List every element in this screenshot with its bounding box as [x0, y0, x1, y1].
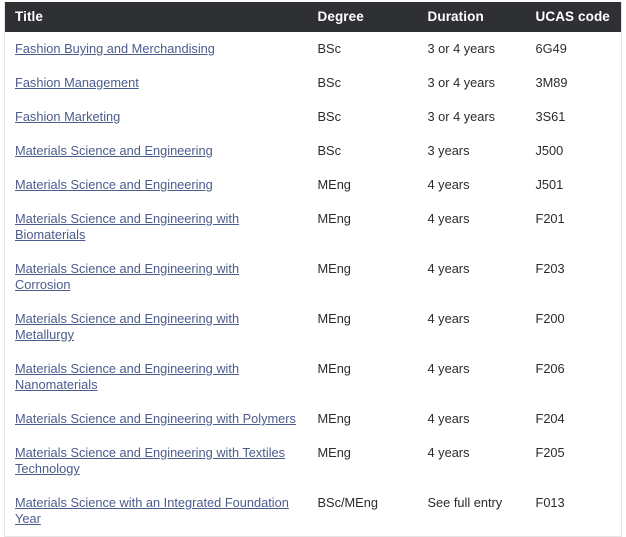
table-row: Materials Science and Engineering with P… [4, 402, 622, 436]
table-row: Fashion Marketing BSc 3 or 4 years 3S61 [4, 100, 622, 134]
table-header-row: Title Degree Duration UCAS code [4, 2, 622, 32]
cell-duration: 4 years [417, 168, 526, 202]
course-title-link[interactable]: Materials Science and Engineering with C… [15, 261, 239, 292]
cell-degree: MEng [307, 168, 418, 202]
table-row: Materials Science and Engineering with N… [4, 352, 622, 402]
cell-degree: BSc [307, 100, 418, 134]
course-title-link[interactable]: Materials Science and Engineering [15, 143, 213, 158]
cell-ucas-code: 6G49 [525, 32, 622, 66]
cell-degree: MEng [307, 402, 418, 436]
cell-ucas-code: 3M89 [525, 66, 622, 100]
cell-ucas-code: F206 [525, 352, 622, 402]
cell-degree: MEng [307, 302, 418, 352]
cell-duration: 3 years [417, 134, 526, 168]
table-body: Fashion Buying and Merchandising BSc 3 or … [4, 32, 622, 537]
course-title-link[interactable]: Materials Science and Engineering with B… [15, 211, 239, 242]
cell-ucas-code: F205 [525, 436, 622, 486]
cell-duration: 4 years [417, 252, 526, 302]
cell-degree: BSc [307, 32, 418, 66]
cell-degree: MEng [307, 252, 418, 302]
cell-course-title: Materials Science and Engineering [4, 168, 308, 202]
table-row: Materials Science and Engineering with M… [4, 302, 622, 352]
table-row: Fashion Management BSc 3 or 4 years 3M89 [4, 66, 622, 100]
table-row: Materials Science and Engineering with T… [4, 436, 622, 486]
table-row: Materials Science with an Integrated Fou… [4, 486, 622, 537]
cell-ucas-code: 3S61 [525, 100, 622, 134]
cell-degree: BSc [307, 66, 418, 100]
cell-course-title: Materials Science and Engineering with N… [4, 352, 308, 402]
cell-degree: BSc/MEng [307, 486, 418, 537]
cell-course-title: Materials Science and Engineering with P… [4, 402, 308, 436]
cell-course-title: Fashion Management [4, 66, 308, 100]
cell-course-title: Materials Science and Engineering with C… [4, 252, 308, 302]
cell-course-title: Materials Science and Engineering with B… [4, 202, 308, 252]
cell-course-title: Materials Science and Engineering with M… [4, 302, 308, 352]
course-title-link[interactable]: Materials Science and Engineering with N… [15, 361, 239, 392]
course-listing-table: Title Degree Duration UCAS code Fashion … [4, 2, 622, 537]
cell-ucas-code: J500 [525, 134, 622, 168]
course-title-link[interactable]: Materials Science and Engineering with M… [15, 311, 239, 342]
course-title-link[interactable]: Materials Science with an Integrated Fou… [15, 495, 289, 526]
course-title-link[interactable]: Materials Science and Engineering with P… [15, 411, 296, 426]
cell-course-title: Fashion Buying and Merchandising [4, 32, 308, 66]
table-row: Materials Science and Engineering MEng 4 y… [4, 168, 622, 202]
cell-duration: 4 years [417, 302, 526, 352]
table-header: Title Degree Duration UCAS code [4, 2, 622, 32]
table-row: Fashion Buying and Merchandising BSc 3 or … [4, 32, 622, 66]
course-title-link[interactable]: Fashion Buying and Merchandising [15, 41, 215, 56]
cell-duration: 3 or 4 years [417, 32, 526, 66]
table-row: Materials Science and Engineering BSc 3 ye… [4, 134, 622, 168]
column-header-ucas-code: UCAS code [525, 2, 622, 32]
cell-duration: 3 or 4 years [417, 66, 526, 100]
cell-course-title: Materials Science and Engineering [4, 134, 308, 168]
cell-duration: See full entry [417, 486, 526, 537]
course-title-link[interactable]: Materials Science and Engineering [15, 177, 213, 192]
cell-degree: BSc [307, 134, 418, 168]
column-header-title: Title [4, 2, 308, 32]
column-header-degree: Degree [307, 2, 418, 32]
cell-course-title: Materials Science and Engineering with T… [4, 436, 308, 486]
cell-ucas-code: F203 [525, 252, 622, 302]
course-table-container: Title Degree Duration UCAS code Fashion … [0, 0, 626, 537]
cell-duration: 4 years [417, 202, 526, 252]
cell-ucas-code: F201 [525, 202, 622, 252]
cell-ucas-code: F200 [525, 302, 622, 352]
cell-ucas-code: F013 [525, 486, 622, 537]
table-row: Materials Science and Engineering with C… [4, 252, 622, 302]
course-title-link[interactable]: Fashion Marketing [15, 109, 120, 124]
cell-degree: MEng [307, 352, 418, 402]
cell-degree: MEng [307, 202, 418, 252]
cell-duration: 4 years [417, 402, 526, 436]
course-title-link[interactable]: Fashion Management [15, 75, 139, 90]
cell-course-title: Fashion Marketing [4, 100, 308, 134]
course-title-link[interactable]: Materials Science and Engineering with T… [15, 445, 285, 476]
cell-course-title: Materials Science with an Integrated Fou… [4, 486, 308, 537]
cell-duration: 4 years [417, 352, 526, 402]
table-row: Materials Science and Engineering with B… [4, 202, 622, 252]
cell-duration: 4 years [417, 436, 526, 486]
cell-degree: MEng [307, 436, 418, 486]
cell-ucas-code: J501 [525, 168, 622, 202]
cell-duration: 3 or 4 years [417, 100, 526, 134]
cell-ucas-code: F204 [525, 402, 622, 436]
column-header-duration: Duration [417, 2, 526, 32]
